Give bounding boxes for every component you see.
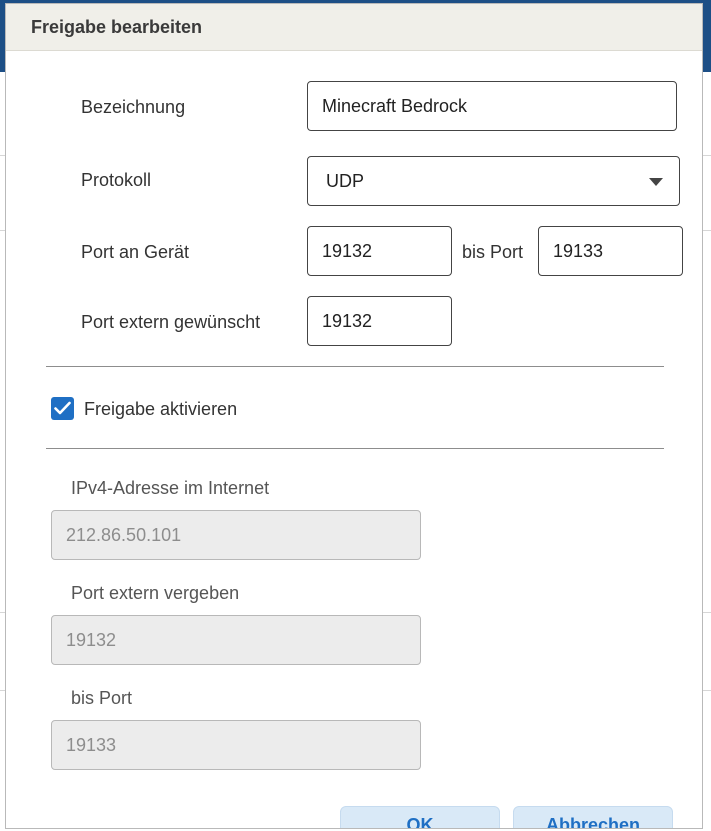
port-assigned-field <box>51 615 421 665</box>
section-divider <box>46 366 664 367</box>
port-assigned-label: Port extern vergeben <box>71 583 240 603</box>
assigned-to-port-field <box>51 720 421 770</box>
section-divider <box>46 448 664 449</box>
dialog-title: Freigabe bearbeiten <box>31 17 203 37</box>
port-device-to-input[interactable] <box>538 226 683 276</box>
chevron-down-icon <box>649 178 663 186</box>
ipv4-field <box>51 510 421 560</box>
port-device-from-input[interactable] <box>307 226 452 276</box>
checkmark-icon <box>54 401 71 415</box>
protocol-select[interactable]: UDP <box>307 156 680 206</box>
ipv4-label: IPv4-Adresse im Internet <box>71 478 270 498</box>
protocol-label: Protokoll <box>81 170 152 190</box>
cancel-button[interactable]: Abbrechen <box>513 806 673 828</box>
enable-share-checkbox[interactable] <box>51 397 74 420</box>
port-external-label: Port extern gewünscht <box>81 312 261 332</box>
port-external-input[interactable] <box>307 296 452 346</box>
protocol-selected-value: UDP <box>326 171 365 191</box>
dialog-header: Freigabe bearbeiten <box>6 4 702 51</box>
enable-share-label[interactable]: Freigabe aktivieren <box>84 399 237 420</box>
port-device-label: Port an Gerät <box>81 242 190 262</box>
ok-button[interactable]: OK <box>340 806 500 828</box>
name-input[interactable] <box>307 81 677 131</box>
to-port-label: bis Port <box>462 242 524 262</box>
name-label: Bezeichnung <box>81 97 186 117</box>
assigned-to-port-label: bis Port <box>71 688 133 708</box>
edit-share-dialog: Freigabe bearbeiten Bezeichnung Protokol… <box>5 3 703 829</box>
